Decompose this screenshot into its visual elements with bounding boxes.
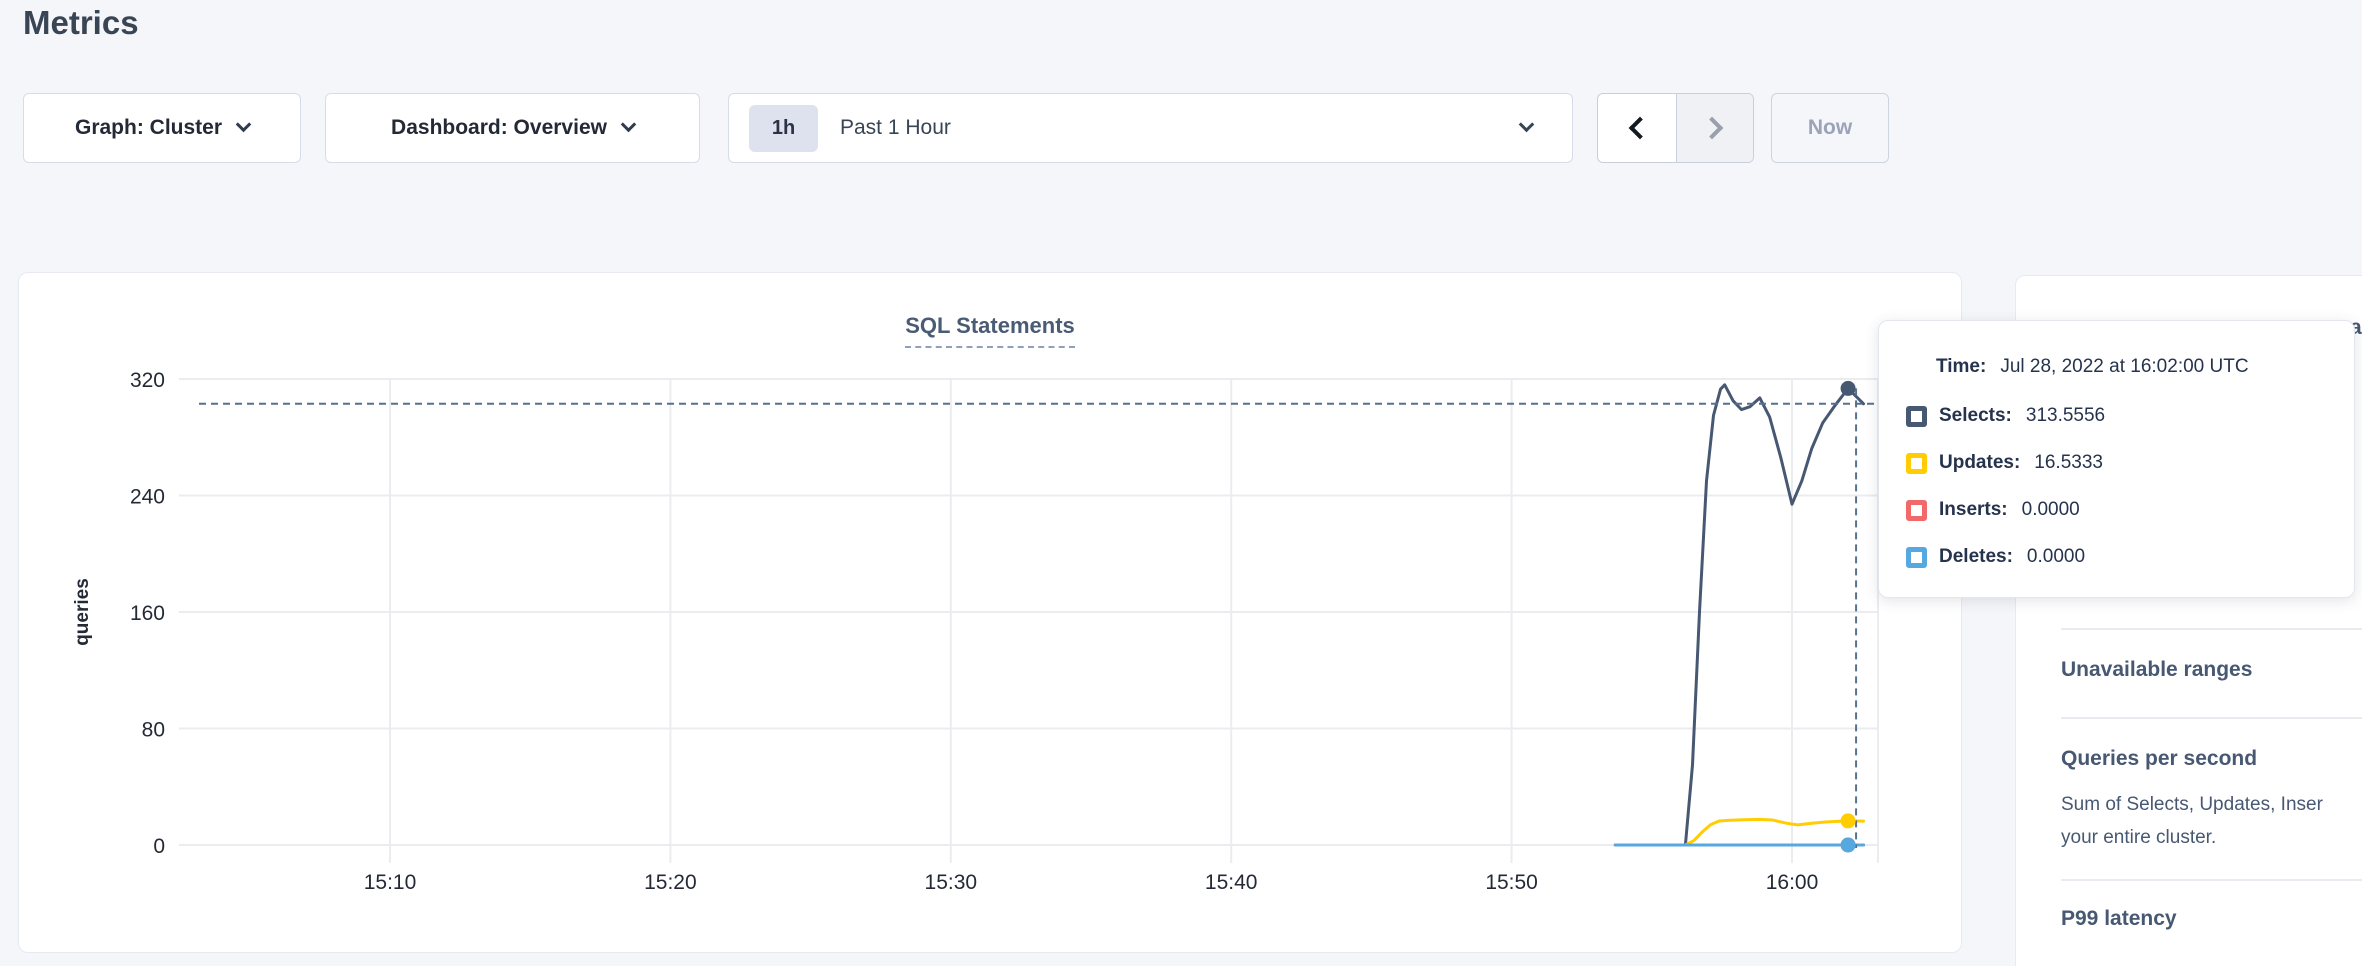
tooltip-series-row: Selects: 313.5556 [1879, 403, 2105, 429]
tooltip-series-row: Updates: 16.5333 [1879, 450, 2103, 476]
deletes-legend-swatch [1906, 547, 1927, 568]
time-range-badge: 1h [749, 105, 818, 152]
svg-text:15:20: 15:20 [644, 871, 697, 894]
tooltip-series-value: 313.5556 [2026, 405, 2105, 427]
tooltip-series-row: Inserts: 0.0000 [1879, 497, 2080, 523]
tooltip-time-label: Time: [1936, 356, 1986, 378]
svg-text:16:00: 16:00 [1766, 871, 1819, 894]
updates-legend-swatch [1906, 453, 1927, 474]
chart-title-wrap: SQL Statements [19, 313, 1961, 348]
sidebar-divider [2061, 879, 2362, 881]
tooltip-series-value: 16.5333 [2034, 452, 2103, 474]
svg-text:240: 240 [130, 486, 165, 509]
tooltip-series-label: Deletes: [1939, 546, 2013, 568]
chevron-down-icon [1519, 117, 1535, 133]
time-range-label: Past 1 Hour [840, 116, 951, 140]
now-button[interactable]: Now [1771, 93, 1889, 163]
tooltip-series-value: 0.0000 [2022, 499, 2080, 521]
chevron-down-icon [236, 117, 252, 133]
svg-text:queries: queries [72, 578, 93, 646]
chevron-left-icon [1628, 117, 1651, 140]
selects-legend-swatch [1906, 406, 1927, 427]
prev-time-window-button[interactable] [1598, 94, 1676, 162]
time-window-nav [1597, 93, 1754, 163]
chevron-right-icon [1700, 117, 1723, 140]
graph-scope-dropdown-label: Graph: Cluster [75, 116, 222, 140]
svg-text:15:40: 15:40 [1205, 871, 1258, 894]
dashboard-dropdown[interactable]: Dashboard: Overview [325, 93, 700, 163]
sidebar-item-description: your entire cluster. [2061, 821, 2216, 854]
sidebar-item-description: Sum of Selects, Updates, Inser [2061, 788, 2323, 821]
tooltip-series-label: Updates: [1939, 452, 2020, 474]
tooltip-time-value: Jul 28, 2022 at 16:02:00 UTC [2000, 356, 2248, 378]
sidebar-item-p99-latency: P99 latency [2061, 907, 2177, 931]
svg-text:160: 160 [130, 602, 165, 625]
sidebar-item-queries-per-second: Queries per second [2061, 747, 2257, 771]
chart-hover-tooltip: Time: Jul 28, 2022 at 16:02:00 UTC Selec… [1878, 320, 2355, 598]
svg-text:80: 80 [142, 719, 165, 742]
sql-statements-card: 0 80 160 240 320 15:10 15:20 15:30 15:40 15:50 16:… [18, 272, 1962, 953]
sidebar-item-unavailable-ranges: Unavailable ranges [2061, 658, 2252, 682]
svg-text:15:30: 15:30 [925, 871, 978, 894]
next-time-window-button[interactable] [1676, 94, 1754, 162]
sql-statements-chart[interactable]: 0 80 160 240 320 15:10 15:20 15:30 15:40 15:50 16:… [19, 273, 1963, 954]
svg-text:15:50: 15:50 [1485, 871, 1538, 894]
sidebar-divider [2061, 717, 2362, 719]
svg-text:320: 320 [130, 369, 165, 392]
graph-scope-dropdown[interactable]: Graph: Cluster [23, 93, 301, 163]
tooltip-series-row: Deletes: 0.0000 [1879, 544, 2085, 570]
tooltip-series-label: Inserts: [1939, 499, 2008, 521]
tooltip-time-row: Time: Jul 28, 2022 at 16:02:00 UTC [1879, 354, 2249, 380]
metrics-page: Metrics Graph: Cluster Dashboard: Overvi… [0, 0, 2362, 966]
time-range-dropdown[interactable]: 1h Past 1 Hour [728, 93, 1573, 163]
chevron-down-icon [621, 117, 637, 133]
tooltip-series-value: 0.0000 [2027, 546, 2085, 568]
inserts-legend-swatch [1906, 500, 1927, 521]
sidebar-divider [2061, 628, 2362, 630]
tooltip-series-label: Selects: [1939, 405, 2012, 427]
dashboard-dropdown-label: Dashboard: Overview [391, 116, 607, 140]
svg-text:0: 0 [153, 835, 165, 858]
svg-text:15:10: 15:10 [364, 871, 417, 894]
chart-title[interactable]: SQL Statements [905, 313, 1075, 348]
page-title: Metrics [23, 4, 139, 42]
